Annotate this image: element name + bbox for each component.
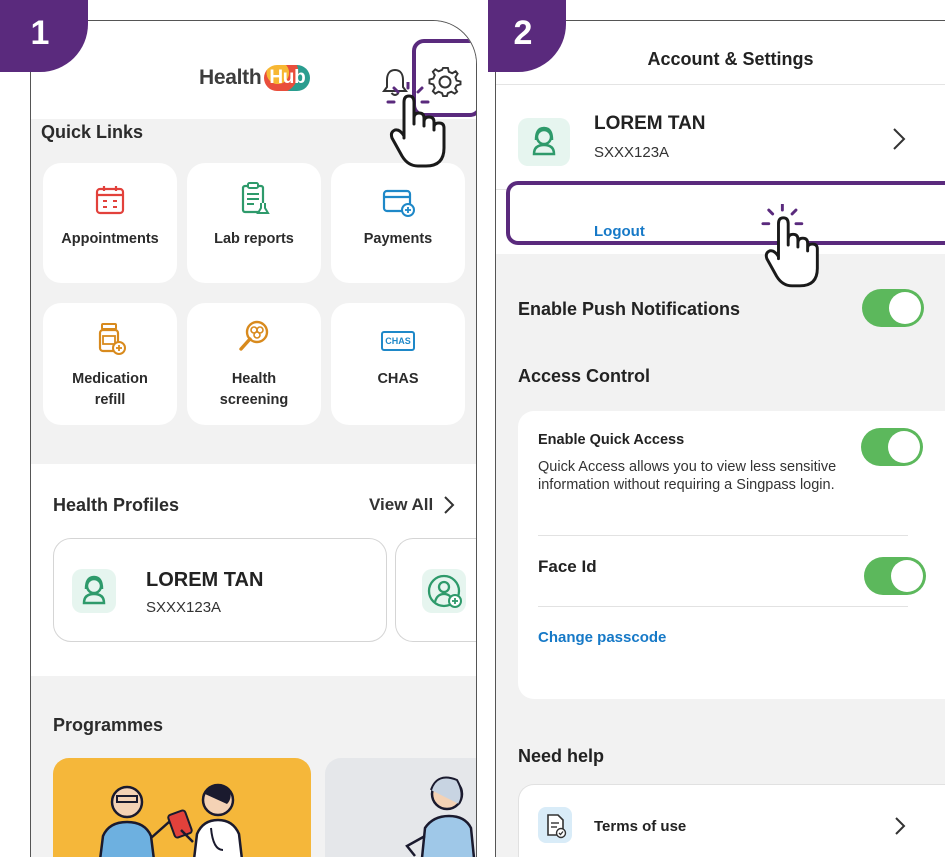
profile-name: LOREM TAN	[146, 569, 264, 591]
profile-nric: SXXX123A	[146, 599, 222, 616]
terms-of-use-label: Terms of use	[594, 818, 687, 835]
quick-access-label: Enable Quick Access	[538, 432, 685, 448]
add-profile-card[interactable]	[395, 538, 476, 642]
logout-highlight-box	[506, 181, 945, 245]
tile-label-line1: Health	[231, 371, 277, 387]
programmes-title: Programmes	[53, 715, 164, 735]
chevron-right-icon	[444, 496, 455, 514]
programme-card-1[interactable]	[53, 758, 311, 857]
healthhub-logo: Health Hub	[199, 65, 311, 91]
tile-appointments[interactable]: Appointments	[43, 163, 177, 283]
face-id-toggle[interactable]	[864, 557, 926, 595]
magnifier-icon	[239, 320, 269, 351]
tap-hand-icon	[761, 204, 819, 288]
quick-access-toggle[interactable]	[861, 428, 923, 466]
chevron-right-icon	[895, 817, 906, 835]
add-profile-avatar	[422, 569, 466, 613]
tile-label-line2: refill	[94, 392, 126, 408]
tile-label: Lab reports	[214, 231, 294, 247]
view-all-label: View All	[369, 495, 434, 514]
chevron-right-icon[interactable]	[892, 127, 906, 151]
terms-of-use-item[interactable]	[518, 784, 945, 857]
health-profiles-title: Health Profiles	[53, 495, 180, 515]
account-nric: SXXX123A	[594, 144, 670, 161]
card-icon	[382, 189, 415, 217]
programme-illustration	[99, 783, 243, 857]
page-title: Account & Settings	[647, 49, 814, 69]
change-passcode-link[interactable]: Change passcode	[538, 629, 666, 646]
person-icon	[82, 575, 106, 605]
divider	[538, 535, 908, 536]
tile-label-line1: Medication	[72, 371, 148, 387]
person-icon	[532, 126, 556, 156]
tile-label: Payments	[363, 231, 433, 247]
add-person-icon	[427, 574, 462, 608]
push-notifications-toggle[interactable]	[862, 289, 924, 327]
divider	[538, 606, 908, 607]
avatar	[72, 569, 116, 613]
header-divider	[496, 84, 945, 85]
tile-label: Appointments	[61, 231, 159, 247]
tile-label: CHAS	[377, 371, 419, 387]
calendar-icon	[95, 186, 125, 215]
programme-illustration	[405, 776, 476, 857]
tap-hand-icon	[386, 82, 446, 168]
profile-card[interactable]: LOREM TAN SXXX123A	[53, 538, 387, 642]
face-id-label: Face Id	[538, 557, 597, 576]
tile-health-screening[interactable]: Health screening	[187, 303, 321, 425]
access-control-title: Access Control	[518, 366, 651, 386]
tile-medication-refill[interactable]: Medication refill	[43, 303, 177, 425]
tile-lab-reports[interactable]: Lab reports	[187, 163, 321, 283]
chas-icon: CHAS	[381, 331, 415, 351]
push-notifications-label: Enable Push Notifications	[518, 299, 741, 319]
tile-chas[interactable]: CHAS CHAS	[331, 303, 465, 425]
need-help-title: Need help	[518, 746, 605, 766]
medicine-bottle-icon	[98, 323, 126, 355]
clipboard-icon	[241, 182, 270, 214]
quick-access-description: Quick Access allows you to view less sen…	[538, 459, 837, 493]
tile-payments[interactable]: Payments	[331, 163, 465, 283]
logout-button[interactable]: Logout	[594, 223, 645, 240]
phone-screen-account-settings: Account & Settings LOREM TAN SXXX123A En…	[495, 20, 945, 857]
account-name: LOREM TAN	[594, 113, 706, 134]
tile-label-line2: screening	[219, 392, 289, 408]
document-icon	[547, 814, 567, 839]
quick-links-heading: Quick Links	[41, 122, 144, 142]
avatar	[518, 118, 570, 166]
programme-card-2[interactable]	[325, 758, 476, 857]
view-all-link[interactable]: View All	[369, 495, 455, 515]
document-icon-box	[538, 807, 572, 843]
